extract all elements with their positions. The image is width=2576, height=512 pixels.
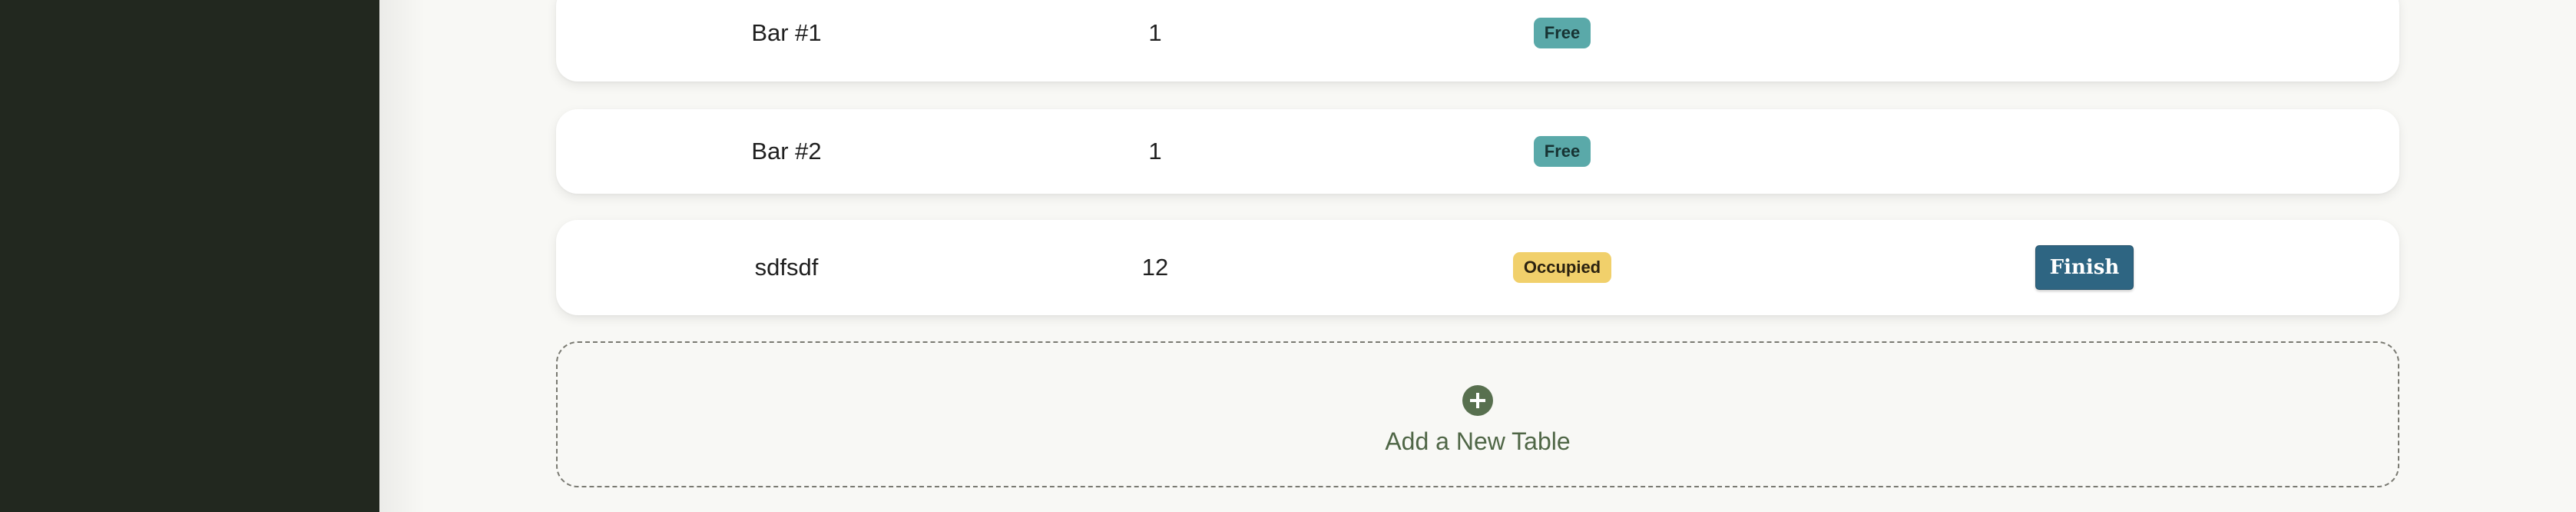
plus-circle-icon: [1462, 385, 1493, 416]
table-row: Bar #2 1 Free: [556, 109, 2399, 194]
sidebar-shadow: [379, 0, 425, 512]
table-seats: 1: [1148, 138, 1162, 165]
status-badge: Free: [1533, 18, 1591, 48]
table-name: sdfsdf: [754, 254, 819, 281]
table-seats: 12: [1141, 254, 1169, 281]
sidebar: [0, 0, 379, 512]
table-name: Bar #1: [751, 19, 822, 46]
table-row: Bar #1 1 Free: [556, 0, 2399, 81]
add-table-button[interactable]: Add a New Table: [556, 341, 2399, 487]
status-badge: Free: [1533, 136, 1591, 167]
add-table-label: Add a New Table: [1385, 427, 1571, 455]
status-badge: Occupied: [1512, 252, 1612, 283]
table-name: Bar #2: [751, 138, 822, 165]
table-seats: 1: [1148, 19, 1162, 46]
finish-button[interactable]: Finish: [2035, 245, 2134, 290]
main-content: Bar #1 1 Free Bar #2 1 Free sdfsdf 12 Oc…: [379, 0, 2576, 512]
table-row: sdfsdf 12 Occupied Finish: [556, 220, 2399, 315]
